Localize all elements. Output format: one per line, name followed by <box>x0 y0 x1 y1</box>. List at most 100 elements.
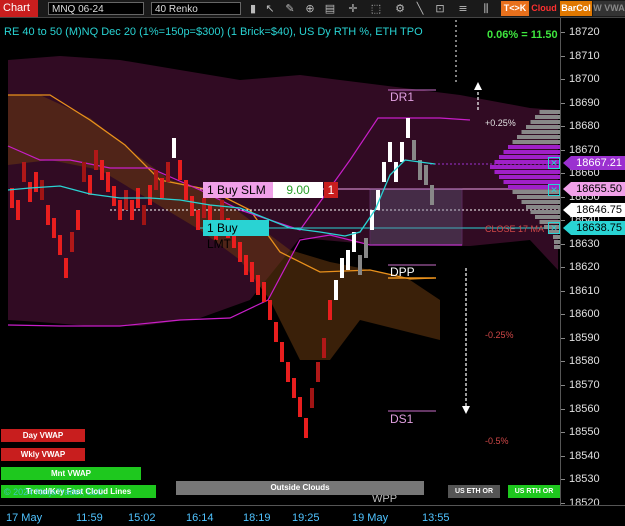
buy-slm-qty[interactable]: 1 <box>324 182 338 198</box>
draw-line-icon[interactable]: ╲ <box>412 1 428 16</box>
close-order-icon[interactable]: ✕ <box>548 184 560 196</box>
chart-tab[interactable]: Chart <box>0 0 38 17</box>
renko-brick <box>76 210 80 230</box>
renko-brick <box>166 162 170 182</box>
y-tick-mark <box>561 432 565 434</box>
renko-brick <box>220 200 224 220</box>
price-tag[interactable]: 18646.75 <box>563 203 625 217</box>
renko-brick <box>178 160 182 180</box>
renko-brick <box>118 200 122 220</box>
renko-brick <box>130 200 134 220</box>
us-eth-or-button[interactable]: US ETH OR <box>448 485 500 498</box>
time-axis[interactable]: 17 May 11:59 15:02 16:14 18:19 19:25 19 May 13:… <box>0 505 625 526</box>
renko-brick <box>286 362 290 382</box>
y-tick-label: 18700 <box>569 73 600 86</box>
close-order-icon[interactable]: ✕ <box>548 222 560 234</box>
wkly-vwap-button[interactable]: Wkly VWAP <box>1 448 85 461</box>
volume-profile-bar <box>521 130 560 134</box>
price-axis[interactable]: 18520 18530 18540 18550 18560 18570 18580 18590… <box>560 18 625 509</box>
renko-brick <box>250 262 254 282</box>
renko-brick <box>424 165 428 185</box>
y-tick-mark <box>561 149 565 151</box>
bars-icon[interactable]: ▮ <box>245 1 261 16</box>
renko-brick <box>352 232 356 252</box>
minus-025-label: -0.25% <box>485 330 514 340</box>
renko-brick <box>100 160 104 180</box>
ruler-icon[interactable]: ≡ <box>455 1 471 16</box>
data-box-icon[interactable]: ⬚ <box>368 1 384 16</box>
y-tick-label: 18530 <box>569 473 600 486</box>
us-rth-or-button[interactable]: US RTH OR <box>508 485 560 498</box>
y-tick-mark <box>561 290 565 292</box>
renko-brick <box>334 280 338 300</box>
indicators-icon[interactable]: ⫼ <box>478 1 494 16</box>
renko-brick <box>148 185 152 205</box>
renko-brick <box>340 258 344 278</box>
close-ma-label: CLOSE 17 MA <box>485 224 545 234</box>
buy-lmt-order[interactable]: 1 Buy LMT <box>203 220 269 251</box>
y-tick-label: 18570 <box>569 379 600 391</box>
renko-brick <box>112 186 116 206</box>
y-tick-mark <box>561 55 565 57</box>
crosshair-icon[interactable]: ✛ <box>345 1 361 16</box>
buy-slm-price[interactable]: 9.00 <box>273 182 323 198</box>
mnt-vwap-button[interactable]: Mnt VWAP <box>1 467 141 480</box>
cloud-toggle-button[interactable]: Cloud <box>530 1 558 16</box>
y-tick-mark <box>561 385 565 386</box>
price-tag[interactable]: 18638.75 <box>563 221 625 235</box>
volume-profile-bar <box>530 210 560 214</box>
template-icon[interactable]: ▤ <box>322 1 338 16</box>
price-tag[interactable]: 18667.21 <box>563 156 625 170</box>
volume-profile-bar <box>535 215 560 219</box>
bar-type-selector[interactable]: 40 Renko <box>151 2 241 15</box>
y-tick-label: 18620 <box>569 261 600 274</box>
close-order-icon[interactable]: ✕ <box>548 157 560 169</box>
y-tick-label: 18540 <box>569 449 600 462</box>
ds1-label: DS1 <box>390 412 414 426</box>
price-tag[interactable]: 18655.50 <box>563 182 625 196</box>
volume-profile-bar <box>526 125 560 129</box>
drawing-icon[interactable]: ✎ <box>282 1 298 16</box>
renko-brick <box>10 188 14 208</box>
dr1-label: DR1 <box>390 90 415 104</box>
zoom-in-icon[interactable]: ⊕ <box>302 1 318 16</box>
minus-05-label: -0.5% <box>485 436 509 446</box>
renko-brick <box>304 418 308 438</box>
x-tick-label: 11:59 <box>76 512 103 524</box>
volume-profile-bar <box>499 175 560 179</box>
pointer-icon[interactable]: ↖ <box>262 1 278 16</box>
zoom-icon[interactable]: ⊡ <box>432 1 448 16</box>
renko-brick <box>328 300 332 320</box>
renko-brick <box>244 255 248 275</box>
y-tick-mark <box>561 314 565 316</box>
y-tick-label: 18680 <box>569 120 600 133</box>
strategy-icon[interactable]: ⚙ <box>392 1 408 16</box>
buy-slm-order[interactable]: 1 Buy SLM <box>203 182 273 198</box>
volume-profile-bar <box>494 170 560 174</box>
instrument-selector[interactable]: MNQ 06-24 <box>48 2 144 15</box>
barcol-toggle-button[interactable]: BarCol <box>560 1 592 16</box>
volume-profile-bar <box>526 205 560 209</box>
x-tick-label: 18:19 <box>243 512 271 524</box>
renko-brick <box>28 182 32 202</box>
renko-brick <box>418 160 422 180</box>
tk-toggle-button[interactable]: T<>K <box>501 1 529 16</box>
outside-clouds-button[interactable]: Outside Clouds <box>176 481 424 495</box>
renko-brick <box>142 205 146 225</box>
renko-brick <box>160 178 164 198</box>
renko-brick <box>256 275 260 295</box>
y-tick-mark <box>561 267 565 269</box>
volume-profile-bar <box>517 135 560 139</box>
dpp-label: DPP <box>390 265 415 279</box>
wvwa-toggle-button[interactable]: W VWA <box>593 1 625 16</box>
x-tick-label: 16:14 <box>186 512 214 524</box>
renko-brick <box>106 172 110 192</box>
renko-brick <box>412 140 416 160</box>
volume-profile-bar <box>530 120 560 124</box>
renko-brick <box>364 238 368 258</box>
renko-brick <box>154 170 158 190</box>
y-tick-label: 18610 <box>569 284 600 297</box>
day-vwap-button[interactable]: Day VWAP <box>1 429 85 442</box>
renko-brick <box>34 172 38 192</box>
volume-profile-bar <box>512 140 560 144</box>
